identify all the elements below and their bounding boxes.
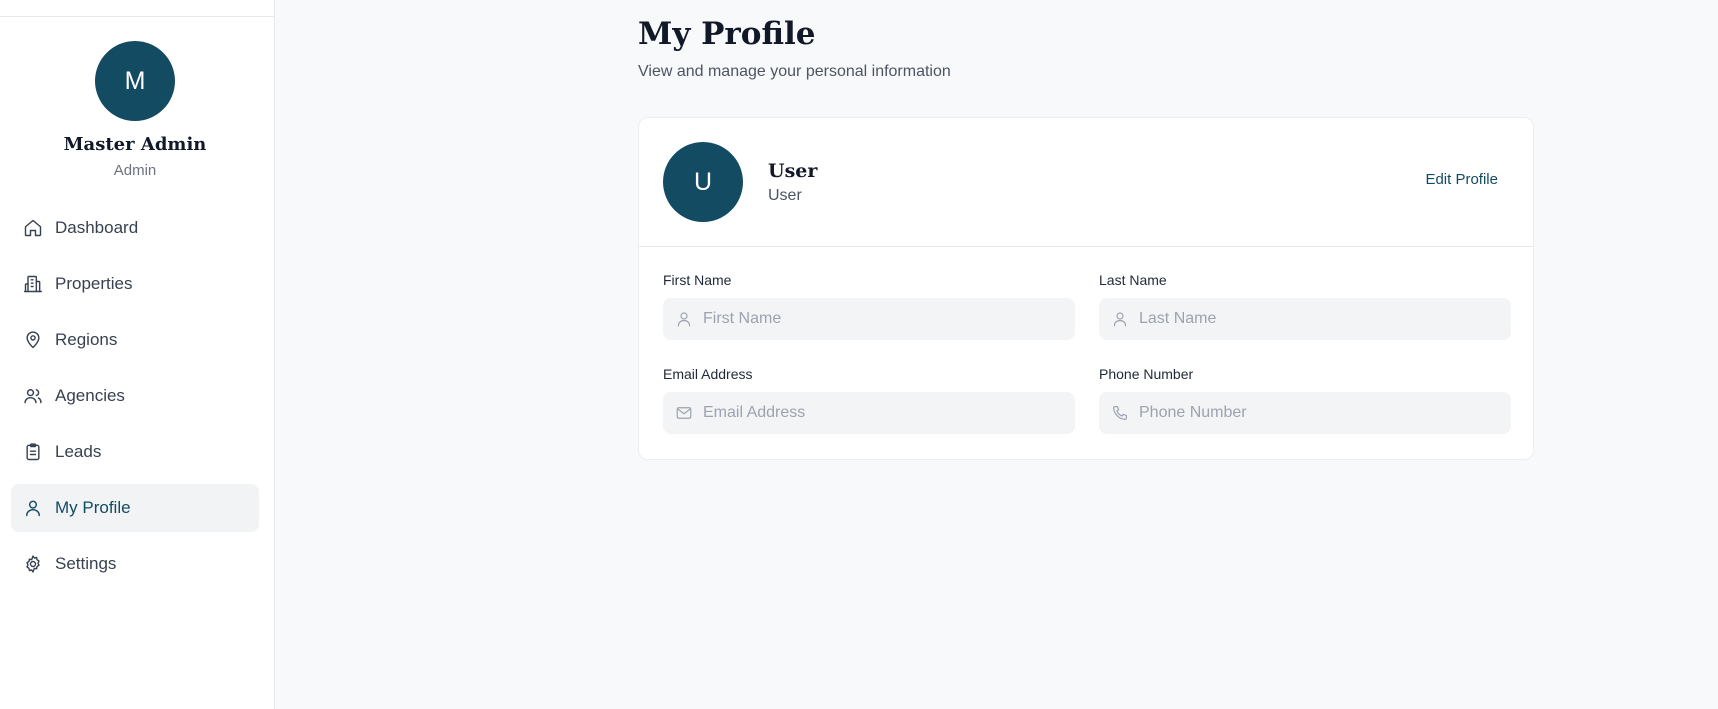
map-pin-icon <box>23 330 43 350</box>
user-icon <box>23 498 43 518</box>
sidebar-item-label: My Profile <box>55 498 131 517</box>
home-icon <box>23 218 43 238</box>
clipboard-icon <box>23 442 43 462</box>
email-field[interactable] <box>703 404 1063 422</box>
phone-input-wrapper[interactable] <box>1099 392 1511 434</box>
avatar[interactable]: M <box>95 41 175 121</box>
phone-icon <box>1111 404 1129 422</box>
last-name-label: Last Name <box>1099 272 1167 288</box>
email-label: Email Address <box>663 366 753 382</box>
sidebar-item-label: Settings <box>55 554 117 573</box>
edit-profile-button[interactable]: Edit Profile <box>1425 171 1498 188</box>
profile-card-header: U User User Edit Profile <box>639 118 1533 247</box>
user-icon <box>675 310 693 328</box>
profile-name: User <box>768 160 818 182</box>
phone-field-group: Phone Number <box>1099 366 1511 434</box>
phone-label: Phone Number <box>1099 366 1194 382</box>
avatar: U <box>663 142 743 222</box>
profile-role: User <box>768 187 802 204</box>
sidebar-user-name: Master Admin <box>63 134 207 155</box>
last-name-input[interactable] <box>1139 310 1499 328</box>
sidebar-item-label: Agencies <box>55 386 125 405</box>
sidebar-nav: Dashboard Properties Regions Agencies Le… <box>11 204 259 596</box>
first-name-field-group: First Name <box>663 272 1075 340</box>
sidebar-item-properties[interactable]: Properties <box>11 260 259 308</box>
sidebar-item-dashboard[interactable]: Dashboard <box>11 204 259 252</box>
sidebar-item-label: Regions <box>55 330 118 349</box>
first-name-input[interactable] <box>703 310 1063 328</box>
email-input-wrapper[interactable] <box>663 392 1075 434</box>
sidebar-item-label: Properties <box>55 274 133 293</box>
sidebar-item-label: Dashboard <box>55 218 139 237</box>
first-name-input-wrapper[interactable] <box>663 298 1075 340</box>
profile-card: U User User Edit Profile First Name Last… <box>638 117 1534 460</box>
sidebar-item-regions[interactable]: Regions <box>11 316 259 364</box>
user-icon <box>1111 310 1129 328</box>
last-name-input-wrapper[interactable] <box>1099 298 1511 340</box>
last-name-field-group: Last Name <box>1099 272 1511 340</box>
users-icon <box>23 386 43 406</box>
page-subtitle: View and manage your personal informatio… <box>638 63 951 80</box>
sidebar-top-divider <box>0 16 275 17</box>
page-title: My Profile <box>638 16 816 52</box>
sidebar-item-my-profile[interactable]: My Profile <box>11 484 259 532</box>
mail-icon <box>675 404 693 422</box>
sidebar-item-label: Leads <box>55 442 102 461</box>
sidebar-item-agencies[interactable]: Agencies <box>11 372 259 420</box>
first-name-label: First Name <box>663 272 732 288</box>
building-icon <box>23 274 43 294</box>
sidebar-user-role: Admin <box>113 162 157 179</box>
sidebar-item-settings[interactable]: Settings <box>11 540 259 588</box>
email-field-group: Email Address <box>663 366 1075 434</box>
gear-icon <box>23 554 43 574</box>
sidebar: M Master Admin Admin Dashboard Propertie… <box>0 0 275 709</box>
app-root: M Master Admin Admin Dashboard Propertie… <box>0 0 1718 709</box>
sidebar-item-leads[interactable]: Leads <box>11 428 259 476</box>
phone-field[interactable] <box>1139 404 1499 422</box>
